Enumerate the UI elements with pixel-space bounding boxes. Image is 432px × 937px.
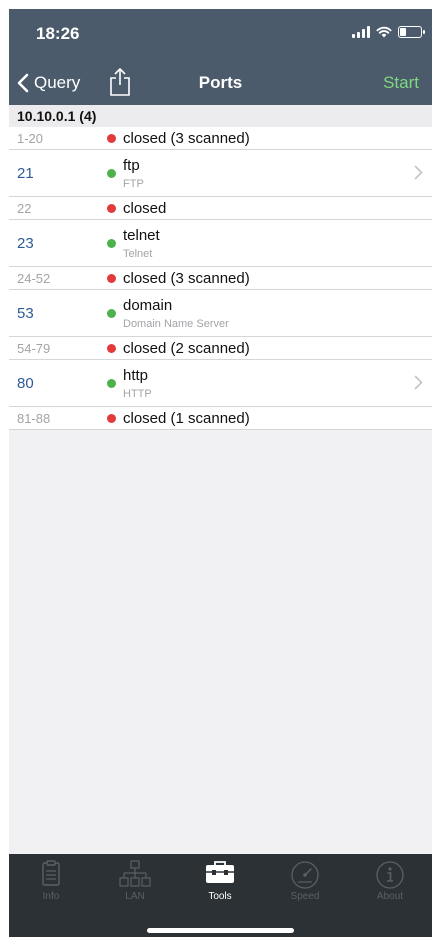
info-icon bbox=[376, 861, 404, 889]
port-status: closed (3 scanned) bbox=[123, 130, 250, 147]
battery-icon bbox=[398, 26, 425, 38]
chevron-right-icon bbox=[414, 375, 423, 390]
port-status: closed (1 scanned) bbox=[123, 410, 250, 427]
home-indicator[interactable] bbox=[147, 928, 294, 933]
closed-status-dot bbox=[107, 204, 116, 213]
port-number: 23 bbox=[17, 235, 34, 252]
port-row[interactable]: 23 telnet Telnet bbox=[9, 220, 432, 267]
port-number: 24-52 bbox=[17, 271, 51, 286]
port-row[interactable]: 53 domain Domain Name Server bbox=[9, 290, 432, 337]
share-icon[interactable] bbox=[108, 67, 132, 97]
port-number: 54-79 bbox=[17, 341, 51, 356]
section-header: 10.10.0.1 (4) bbox=[9, 105, 432, 127]
closed-status-dot bbox=[107, 414, 116, 423]
service-description: HTTP bbox=[123, 388, 152, 400]
tab-label: Speed bbox=[290, 891, 320, 902]
service-name: domain bbox=[123, 297, 173, 314]
port-row: 1-20 closed (3 scanned) bbox=[9, 127, 432, 150]
open-status-dot bbox=[107, 239, 116, 248]
port-status: closed bbox=[123, 200, 167, 217]
closed-status-dot bbox=[107, 134, 116, 143]
port-status: closed (2 scanned) bbox=[123, 340, 250, 357]
network-icon bbox=[119, 860, 151, 887]
port-number: 1-20 bbox=[17, 131, 44, 146]
tab-bar: Info LAN Tools Speed About bbox=[9, 854, 432, 937]
back-button[interactable]: Query bbox=[17, 70, 80, 96]
app-header: 18:26 Query Ports Start bbox=[9, 9, 432, 105]
tab-label: About bbox=[376, 891, 404, 902]
port-row: 81-88 closed (1 scanned) bbox=[9, 407, 432, 430]
tab-speed[interactable]: Speed bbox=[263, 854, 347, 909]
open-status-dot bbox=[107, 309, 116, 318]
chevron-right-icon bbox=[414, 165, 423, 180]
service-name: telnet bbox=[123, 227, 160, 244]
service-description: FTP bbox=[123, 178, 144, 190]
tab-label: Tools bbox=[208, 891, 232, 902]
tab-lan[interactable]: LAN bbox=[93, 854, 177, 909]
tab-info[interactable]: Info bbox=[9, 854, 93, 909]
tab-label: Info bbox=[42, 891, 60, 902]
status-time: 18:26 bbox=[36, 24, 80, 43]
tab-label: LAN bbox=[125, 891, 145, 902]
closed-status-dot bbox=[107, 344, 116, 353]
port-number: 81-88 bbox=[17, 411, 51, 426]
port-status: closed (3 scanned) bbox=[123, 270, 250, 287]
open-status-dot bbox=[107, 169, 116, 178]
signal-icon bbox=[352, 26, 370, 38]
nav-bar: Query Ports Start bbox=[9, 67, 432, 105]
speedometer-icon bbox=[291, 861, 319, 889]
ports-list: 1-20 closed (3 scanned) 21 ftp FTP 22 cl… bbox=[9, 127, 432, 430]
port-number: 22 bbox=[17, 201, 32, 216]
open-status-dot bbox=[107, 379, 116, 388]
back-label: Query bbox=[34, 73, 81, 92]
chevron-left-icon bbox=[17, 73, 29, 93]
service-description: Domain Name Server bbox=[123, 318, 229, 330]
port-row: 24-52 closed (3 scanned) bbox=[9, 267, 432, 290]
phone-screen: 18:26 Query Ports Start 10.10.0.1 (4) 1-… bbox=[9, 9, 432, 937]
start-button[interactable]: Start bbox=[383, 73, 419, 93]
toolbox-icon bbox=[206, 861, 234, 883]
port-number: 53 bbox=[17, 305, 34, 322]
closed-status-dot bbox=[107, 274, 116, 283]
port-number: 21 bbox=[17, 165, 34, 182]
clipboard-icon bbox=[42, 860, 60, 886]
service-name: ftp bbox=[123, 157, 140, 174]
status-icons bbox=[352, 26, 425, 38]
port-row: 22 closed bbox=[9, 197, 432, 220]
wifi-icon bbox=[376, 26, 392, 38]
service-description: Telnet bbox=[123, 248, 153, 260]
tab-tools[interactable]: Tools bbox=[178, 854, 262, 909]
service-name: http bbox=[123, 367, 149, 384]
port-number: 80 bbox=[17, 375, 34, 392]
tab-about[interactable]: About bbox=[348, 854, 432, 909]
port-row: 54-79 closed (2 scanned) bbox=[9, 337, 432, 360]
port-row[interactable]: 80 http HTTP bbox=[9, 360, 432, 407]
port-row[interactable]: 21 ftp FTP bbox=[9, 150, 432, 197]
